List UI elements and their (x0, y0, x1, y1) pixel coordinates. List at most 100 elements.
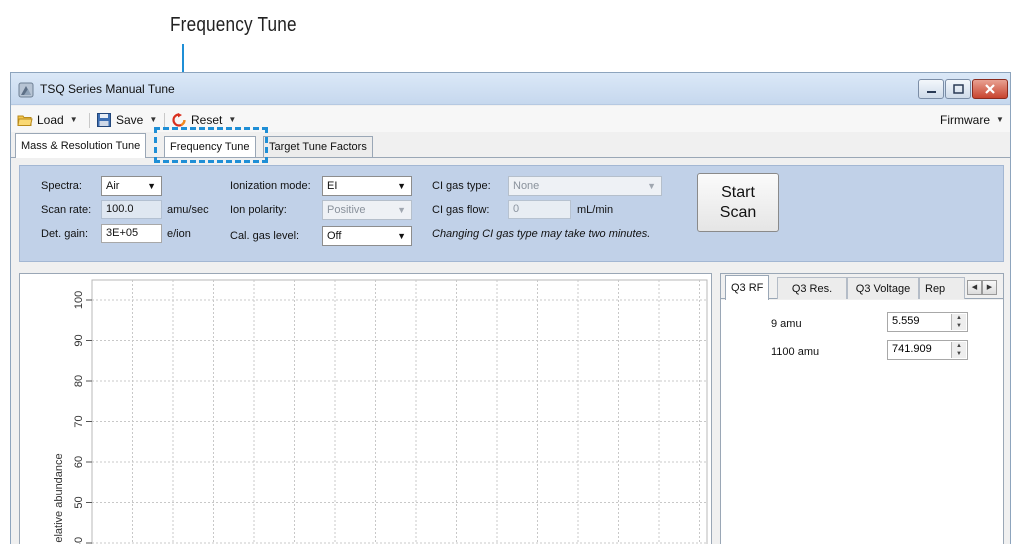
ci-gas-type-select[interactable]: None ▼ (508, 176, 662, 196)
ci-gas-flow-label: CI gas flow: (432, 204, 490, 216)
tab-target-tune-factors[interactable]: Target Tune Factors (263, 136, 373, 157)
maximize-button[interactable] (945, 79, 971, 99)
y-tick-label: 60 (73, 456, 85, 468)
save-menu[interactable]: Save ▼ (96, 111, 157, 128)
reset-icon (172, 112, 186, 127)
y-tick-label: 100 (73, 291, 85, 309)
ionization-mode-label: Ionization mode: (230, 180, 311, 192)
chevron-right-icon: ▶ (986, 284, 993, 291)
ion-polarity-label: Ion polarity: (230, 204, 287, 216)
spin-up-icon: ▲ (956, 343, 962, 349)
chevron-down-icon: ▼ (397, 181, 406, 191)
cal-gas-level-value: Off (327, 230, 342, 242)
chevron-down-icon: ▼ (647, 181, 656, 191)
tab-q3-voltage[interactable]: Q3 Voltage (847, 277, 919, 299)
chevron-down-icon: ▼ (147, 181, 156, 191)
rf-value: 5.559 (892, 315, 920, 327)
y-tick-label: 70 (73, 415, 85, 427)
reset-label: Reset (191, 112, 223, 127)
app-window: TSQ Series Manual Tune Load ▼ Save ▼ Res… (10, 72, 1011, 544)
det-gain-label: Det. gain: (41, 228, 89, 240)
cal-gas-level-label: Cal. gas level: (230, 230, 300, 242)
spectrum-chart: 100 90 80 70 60 50 40 elative abundance (19, 273, 712, 544)
spectra-value: Air (106, 180, 120, 192)
q3-rf-content: 9 amu 5.559 ▲ ▼ 1100 amu 741.909 ▲ ▼ (721, 300, 1003, 544)
chevron-left-icon: ◀ (971, 284, 978, 291)
title-bar: TSQ Series Manual Tune (11, 73, 1010, 105)
save-label: Save (116, 112, 144, 127)
screenshot-stage: Frequency Tune TSQ Series Manual Tune Lo… (0, 0, 1011, 544)
y-tick-label: 50 (73, 496, 85, 508)
ion-polarity-select[interactable]: Positive ▼ (322, 200, 412, 220)
q3-tab-bar: Q3 RF Q3 Res. Q3 Voltage Rep ◀ ▶ (721, 274, 1003, 300)
menu-separator (89, 113, 90, 128)
scan-settings-panel: Spectra: Air ▼ Scan rate: 100.0 amu/sec … (19, 165, 1004, 262)
ci-gas-note: Changing CI gas type may take two minute… (432, 228, 651, 240)
tab-q3-rf[interactable]: Q3 RF (725, 275, 770, 300)
det-gain-unit: e/ion (167, 228, 191, 240)
minimize-icon (927, 91, 936, 93)
load-label: Load (37, 112, 64, 127)
tab-q3-res[interactable]: Q3 Res. (777, 277, 847, 299)
firmware-label: Firmware (940, 112, 990, 127)
window-title: TSQ Series Manual Tune (40, 82, 175, 96)
chevron-down-icon: ▼ (397, 205, 406, 215)
spin-down-icon: ▼ (956, 323, 962, 329)
spectra-select[interactable]: Air ▼ (101, 176, 162, 196)
firmware-menu[interactable]: Firmware ▼ (940, 111, 1004, 128)
q3-settings-panel: Q3 RF Q3 Res. Q3 Voltage Rep ◀ ▶ 9 amu 5… (720, 273, 1004, 544)
ion-polarity-value: Positive (327, 204, 366, 216)
callout-label: Frequency Tune (170, 14, 297, 36)
rf-row-label: 9 amu (771, 318, 802, 330)
cal-gas-level-select[interactable]: Off ▼ (322, 226, 412, 246)
y-tick-label: 90 (73, 334, 85, 346)
app-icon (18, 82, 34, 98)
chevron-down-icon: ▼ (228, 115, 237, 124)
chevron-down-icon: ▼ (397, 231, 406, 241)
ci-gas-flow-unit: mL/min (577, 204, 614, 216)
rf-row-label: 1100 amu (771, 346, 820, 358)
spinner-buttons[interactable]: ▲ ▼ (951, 314, 966, 330)
tab-rep-partial[interactable]: Rep (919, 277, 965, 299)
spin-up-icon: ▲ (956, 315, 962, 321)
rf-value-spinner[interactable]: 5.559 ▲ ▼ (887, 312, 968, 332)
ionization-mode-select[interactable]: EI ▼ (322, 176, 412, 196)
start-scan-button[interactable]: Start Scan (697, 173, 779, 232)
ci-gas-type-label: CI gas type: (432, 180, 491, 192)
plot-frame (91, 279, 708, 544)
tab-scroll-right-button[interactable]: ▶ (982, 280, 997, 295)
spectrum-chart-svg: 100 90 80 70 60 50 40 elative abundance (53, 279, 708, 544)
reset-menu[interactable]: Reset ▼ (171, 111, 236, 128)
tab-scroll-left-button[interactable]: ◀ (967, 280, 982, 295)
spectra-label: Spectra: (41, 180, 82, 192)
spin-down-icon: ▼ (956, 351, 962, 357)
chevron-down-icon: ▼ (149, 115, 158, 124)
menu-separator (164, 113, 165, 128)
scan-rate-field[interactable]: 100.0 (101, 200, 162, 219)
tab-mass-resolution-tune[interactable]: Mass & Resolution Tune (15, 133, 147, 158)
y-tick-label: 40 (73, 537, 85, 544)
spinner-buttons[interactable]: ▲ ▼ (951, 342, 966, 358)
scan-rate-label: Scan rate: (41, 204, 92, 216)
chevron-down-icon: ▼ (69, 115, 78, 124)
y-axis-title: elative abundance (53, 453, 65, 542)
ci-gas-type-value: None (513, 180, 540, 192)
minimize-button[interactable] (918, 79, 944, 99)
ionization-mode-value: EI (327, 180, 338, 192)
close-icon (985, 84, 995, 94)
callout-highlight-box (154, 127, 268, 163)
rf-value-spinner[interactable]: 741.909 ▲ ▼ (887, 340, 968, 360)
start-scan-label-line2: Scan (719, 204, 757, 221)
chevron-down-icon: ▼ (996, 115, 1004, 124)
save-icon (97, 112, 111, 127)
scan-rate-unit: amu/sec (167, 204, 209, 216)
det-gain-field[interactable]: 3E+05 (101, 224, 162, 243)
maximize-icon (953, 84, 964, 94)
start-scan-label-line1: Start (721, 184, 755, 201)
y-tick-label: 80 (73, 375, 85, 387)
folder-icon (17, 115, 33, 126)
close-button[interactable] (972, 79, 1008, 99)
rf-value: 741.909 (892, 343, 932, 355)
load-menu[interactable]: Load ▼ (17, 111, 78, 128)
ci-gas-flow-field[interactable]: 0 (508, 200, 571, 219)
